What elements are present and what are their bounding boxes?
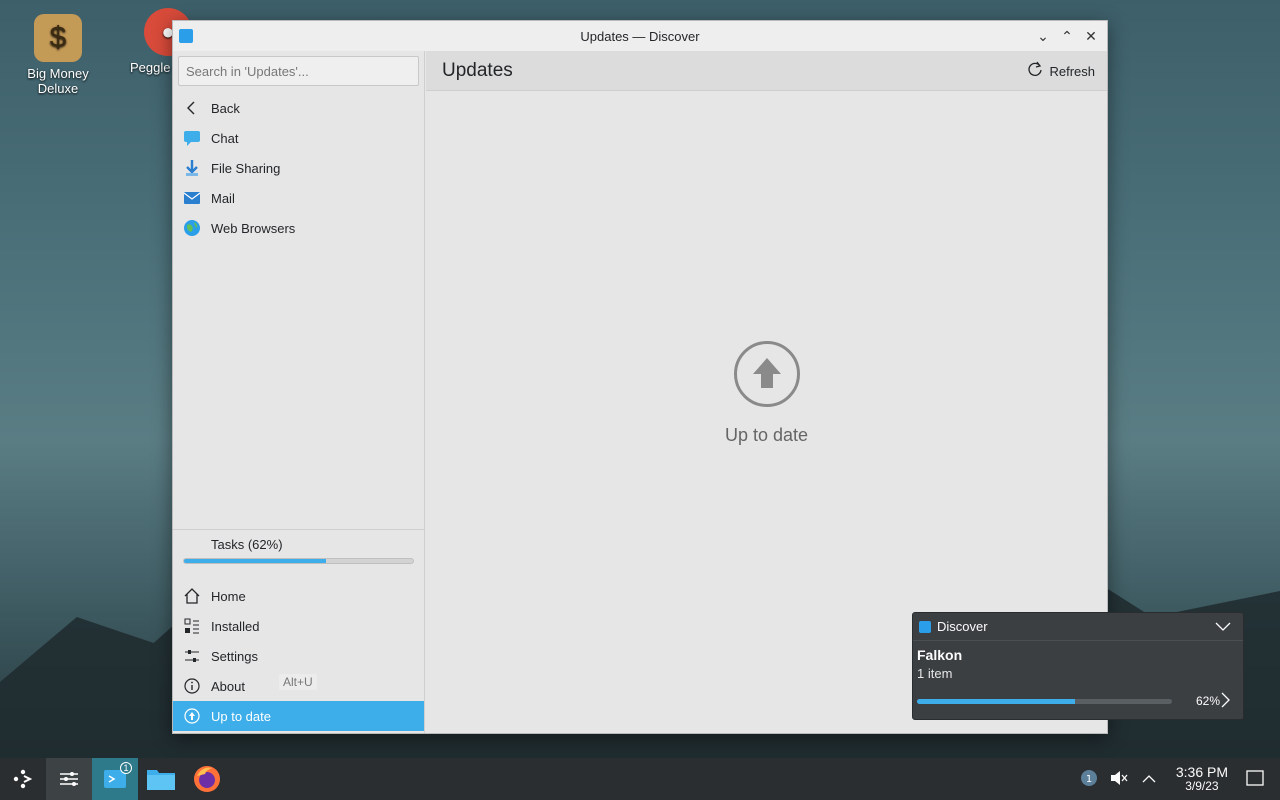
notifications-badge-icon[interactable]: 1 [1078,769,1100,790]
sidebar-item-home[interactable]: Home [173,581,424,611]
home-icon [183,587,201,605]
installed-icon [183,617,201,635]
notification-title: Falkon [917,647,963,663]
search-input[interactable] [178,56,419,86]
firefox-taskbar-button[interactable] [184,758,230,800]
tray-expand-icon[interactable] [1138,771,1160,787]
tasks-progress-bar [183,558,414,564]
notification-app-name: Discover [937,619,988,634]
page-header: Updates Refresh [426,51,1107,91]
sidebar-item-label: About [211,678,245,694]
desktop-icon-big-money[interactable]: $ Big Money Deluxe [18,14,98,96]
sidebar-item-label: Chat [211,130,239,146]
sidebar-item-web-browsers[interactable]: Web Browsers [173,213,424,243]
close-button[interactable]: ✕ [1081,26,1101,46]
notification-subtitle: 1 item [917,666,953,681]
sidebar-item-label: File Sharing [211,160,281,176]
shortcut-hint: Alt+U [279,674,317,690]
globe-icon [183,219,201,237]
clock-date: 3/9/23 [1185,779,1219,793]
sidebar-item-label: Back [211,100,240,116]
tasks-progress-fill [184,559,326,563]
refresh-icon [1027,61,1043,82]
sidebar-item-mail[interactable]: Mail [173,183,424,213]
discover-app-icon [919,620,931,633]
system-tray: 1 3:36 PM 3/9/23 [1078,758,1280,800]
collapse-chevron-icon[interactable] [1215,619,1231,635]
sidebar-item-label: Home [211,588,246,604]
sidebar-item-label: Up to date [211,708,271,724]
firefox-icon [194,766,220,792]
refresh-button[interactable]: Refresh [1027,61,1095,82]
taskbar: 1 1 3:36 PM 3/9/23 [0,758,1280,800]
sidebar-item-chat[interactable]: Chat [173,123,424,153]
steam-deck-icon [13,769,33,789]
desktop-icon-label: Big Money Deluxe [27,66,89,96]
clock[interactable]: 3:36 PM 3/9/23 [1176,765,1228,793]
notification-header: Discover [913,613,1243,641]
volume-muted-icon[interactable] [1108,770,1130,789]
sidebar-item-updates[interactable]: Up to date [173,701,424,731]
titlebar[interactable]: Updates — Discover ⌄ ⌃ ✕ [173,21,1107,51]
task-count-badge: 1 [120,762,132,774]
minimize-button[interactable]: ⌄ [1033,26,1053,46]
up-to-date-icon [183,707,201,725]
folder-icon [147,770,175,790]
sidebar-item-label: Installed [211,618,260,634]
refresh-label: Refresh [1049,64,1095,79]
app-launcher-button[interactable] [0,758,46,800]
svg-text:1: 1 [1086,774,1092,785]
clock-time: 3:36 PM [1175,764,1228,780]
page-title: Updates [442,59,513,81]
settings-sliders-icon [60,772,78,786]
notification-percent: 62% [1196,694,1221,708]
file-manager-taskbar-button[interactable] [138,758,184,800]
sidebar-item-file-sharing[interactable]: File Sharing [173,153,424,183]
sidebar: Back Chat File Sharing Mail [173,51,425,733]
system-settings-taskbar-button[interactable] [46,758,92,800]
sidebar-item-label: Web Browsers [211,220,296,236]
file-sharing-icon [183,159,201,177]
chat-icon [183,129,201,147]
mail-icon [183,189,201,207]
back-arrow-icon [183,99,201,117]
notification-progress-bar [917,699,1172,704]
tasks-label[interactable]: Tasks (62%) [173,530,424,558]
up-to-date-large-icon [733,341,800,407]
window-title: Updates — Discover [580,28,700,44]
sidebar-item-label: Settings [211,648,258,664]
sidebar-item-settings[interactable]: Settings [173,641,424,671]
sidebar-item-back[interactable]: Back [173,93,424,123]
money-bag-icon: $ [34,14,82,62]
status-area: Up to date [426,341,1107,446]
notification-progress-fill [917,699,1076,704]
show-desktop-icon[interactable] [1244,769,1266,789]
notification-popup[interactable]: Discover Falkon 1 item 62% [912,612,1244,720]
info-icon [183,677,201,695]
sidebar-bottom: Tasks (62%) Home Installed Settings Abou… [173,529,424,733]
settings-icon [183,647,201,665]
sidebar-item-label: Mail [211,190,235,206]
discover-taskbar-button[interactable]: 1 [92,758,138,800]
sidebar-item-installed[interactable]: Installed [173,611,424,641]
maximize-button[interactable]: ⌃ [1057,26,1077,46]
status-label: Up to date [724,425,809,445]
discover-app-icon [179,29,193,43]
chevron-right-icon[interactable] [1221,692,1231,711]
